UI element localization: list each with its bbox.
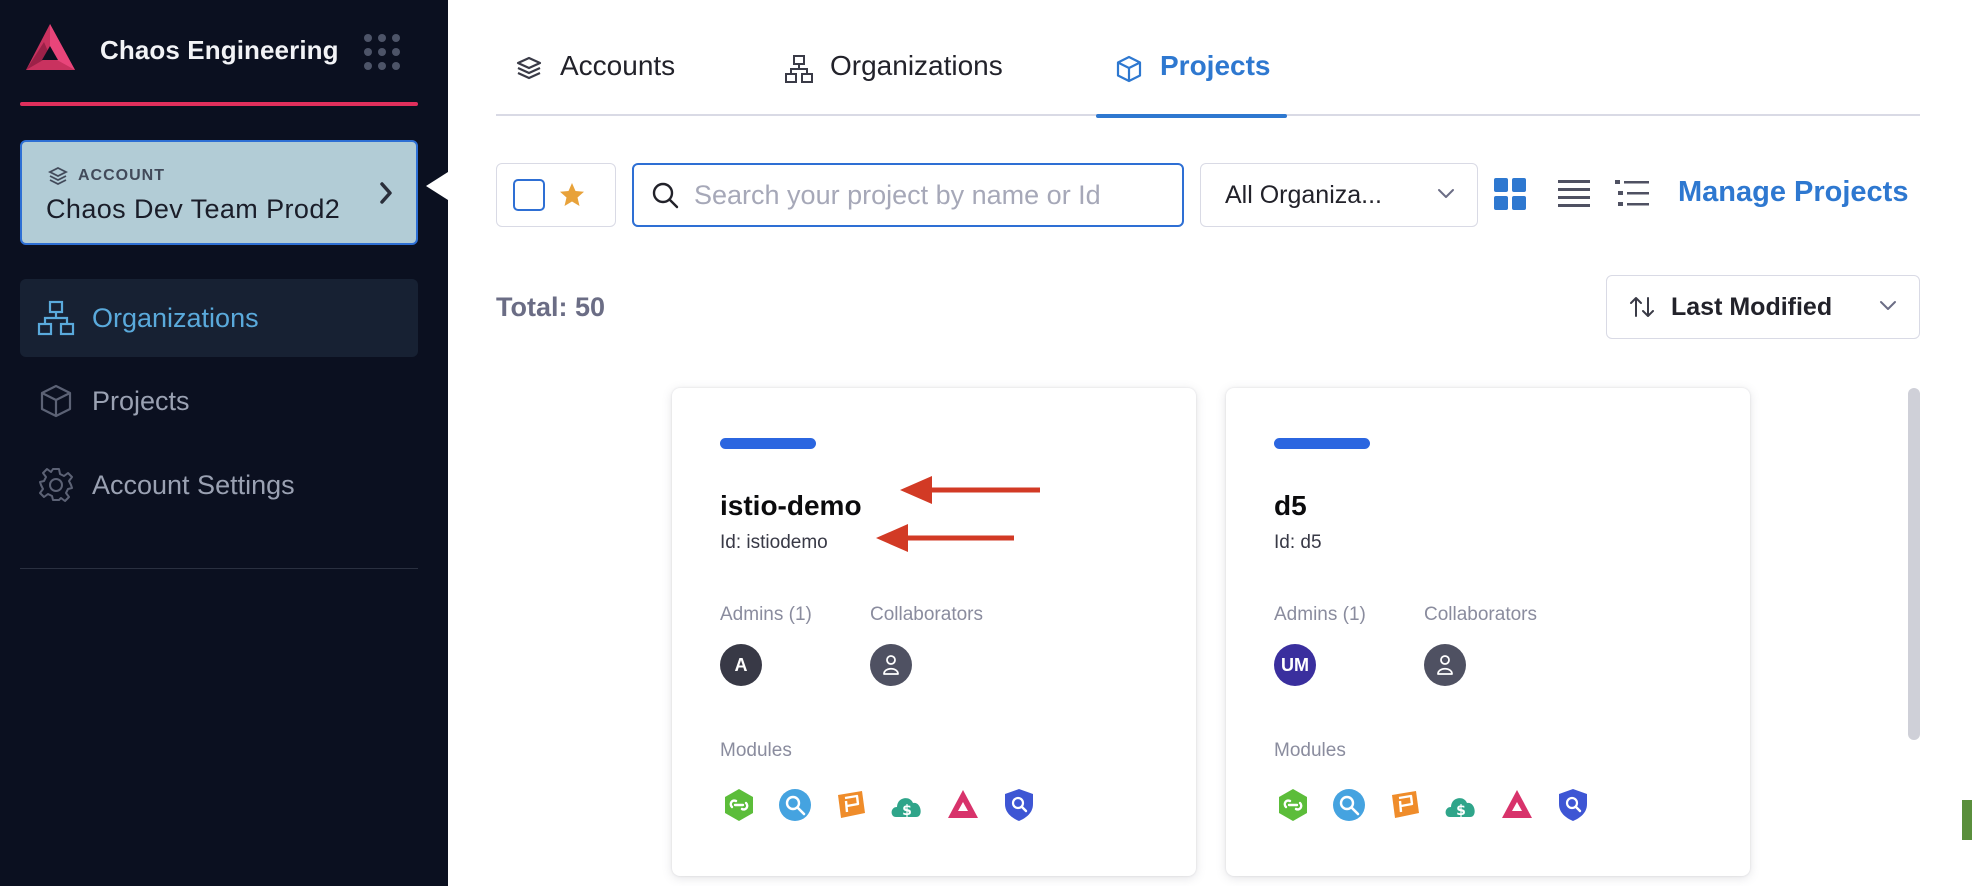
app-switcher-grid-icon[interactable] xyxy=(364,34,400,70)
chaos-module-icon[interactable] xyxy=(944,786,982,824)
ccm-module-icon[interactable]: $ xyxy=(888,786,926,824)
annotation-arrow-icon xyxy=(900,476,1040,504)
brand[interactable]: Chaos Engineering xyxy=(20,18,420,82)
tab-label: Accounts xyxy=(560,50,676,81)
project-id: Id: d5 xyxy=(1274,532,1322,553)
list-view-button[interactable] xyxy=(1612,174,1652,214)
scope-tabs: Accounts Organizations Projects xyxy=(496,36,1920,118)
project-name[interactable]: d5 xyxy=(1274,490,1307,522)
srm-module-icon[interactable] xyxy=(776,786,814,824)
ff-module-icon[interactable] xyxy=(832,786,870,824)
ccm-module-icon[interactable]: $ xyxy=(1442,786,1480,824)
chevron-down-icon xyxy=(1880,301,1896,310)
search-icon xyxy=(652,182,679,209)
ff-module-icon[interactable] xyxy=(1386,786,1424,824)
sidebar: Chaos Engineering ACCOUNT Chaos Dev Team… xyxy=(0,0,448,886)
org-hierarchy-icon xyxy=(36,298,76,338)
admin-avatar[interactable]: A xyxy=(720,644,762,686)
manage-projects-link[interactable]: Manage Projects xyxy=(1678,176,1908,209)
chevron-right-icon xyxy=(380,182,392,204)
user-icon xyxy=(1437,655,1453,675)
sort-icon xyxy=(1630,297,1654,317)
collaborator-avatar[interactable] xyxy=(1424,644,1466,686)
edge-decoration xyxy=(1962,800,1972,840)
project-name[interactable]: istio-demo xyxy=(720,490,862,522)
project-card[interactable]: istio-demo Id: istiodemo Admins (1) Coll… xyxy=(672,388,1196,876)
brand-title: Chaos Engineering xyxy=(100,34,339,65)
sto-module-icon[interactable] xyxy=(1000,786,1038,824)
org-hierarchy-icon xyxy=(785,55,813,83)
select-all-checkbox[interactable] xyxy=(513,179,545,211)
account-notch xyxy=(426,172,448,200)
admins-label: Admins (1) xyxy=(720,604,812,625)
list-view-icon xyxy=(1615,180,1649,206)
srm-module-icon[interactable] xyxy=(1330,786,1368,824)
project-color-bar xyxy=(720,438,816,449)
chaos-module-icon[interactable] xyxy=(1498,786,1536,824)
ci-module-icon[interactable] xyxy=(1274,786,1312,824)
annotation-arrow-icon xyxy=(876,524,1014,552)
brand-divider xyxy=(20,102,418,106)
content-scrollbar[interactable] xyxy=(1908,388,1920,740)
table-view-button[interactable] xyxy=(1554,174,1594,214)
tab-label: Organizations xyxy=(830,50,1003,81)
project-id: Id: istiodemo xyxy=(720,532,828,553)
ci-module-icon[interactable] xyxy=(720,786,758,824)
organization-filter-value: All Organiza... xyxy=(1225,180,1383,209)
sort-select[interactable]: Last Modified xyxy=(1606,275,1920,339)
svg-text:$: $ xyxy=(902,803,912,819)
sidebar-item-label: Projects xyxy=(92,385,190,416)
grid-view-button[interactable] xyxy=(1490,174,1530,214)
account-selector[interactable]: ACCOUNT Chaos Dev Team Prod2 xyxy=(20,140,418,245)
modules-label: Modules xyxy=(720,740,792,761)
module-icons: $ xyxy=(1274,786,1610,824)
sidebar-item-label: Organizations xyxy=(92,302,259,333)
collaborator-avatar[interactable] xyxy=(870,644,912,686)
sidebar-divider xyxy=(20,568,418,569)
account-name: Chaos Dev Team Prod2 xyxy=(46,194,341,224)
sidebar-item-organizations[interactable]: Organizations xyxy=(20,279,418,357)
chevron-down-icon xyxy=(1438,189,1454,198)
sto-module-icon[interactable] xyxy=(1554,786,1592,824)
svg-text:$: $ xyxy=(1456,803,1466,819)
active-tab-indicator xyxy=(1096,114,1287,118)
project-color-bar xyxy=(1274,438,1370,449)
grid-view-icon xyxy=(1494,178,1526,210)
sort-value: Last Modified xyxy=(1671,292,1833,321)
tab-organizations[interactable]: Organizations xyxy=(784,50,1003,116)
sidebar-item-projects[interactable]: Projects xyxy=(20,362,418,440)
table-view-icon xyxy=(1558,180,1590,207)
search-input[interactable] xyxy=(694,179,1144,211)
sidebar-item-account-settings[interactable]: Account Settings xyxy=(20,446,418,524)
admins-label: Admins (1) xyxy=(1274,604,1366,625)
sidebar-item-label: Account Settings xyxy=(92,469,295,500)
gear-icon xyxy=(36,465,76,505)
total-count: Total: 50 xyxy=(496,292,606,322)
admin-avatar[interactable]: UM xyxy=(1274,644,1316,686)
cube-icon xyxy=(36,381,76,421)
cube-icon xyxy=(1116,55,1142,83)
account-label: ACCOUNT xyxy=(78,167,165,184)
chaos-logo-icon xyxy=(26,24,75,70)
user-icon xyxy=(883,655,899,675)
organization-filter-select[interactable]: All Organiza... xyxy=(1200,163,1478,227)
tab-accounts[interactable]: Accounts xyxy=(514,50,675,116)
tab-projects[interactable]: Projects xyxy=(1096,50,1287,118)
select-favorites-toggle[interactable] xyxy=(496,163,616,227)
project-search[interactable] xyxy=(632,163,1184,227)
collaborators-label: Collaborators xyxy=(1424,604,1537,625)
layers-icon xyxy=(48,166,68,186)
tab-label: Projects xyxy=(1160,50,1271,81)
star-icon[interactable] xyxy=(557,180,587,210)
project-card[interactable]: d5 Id: d5 Admins (1) Collaborators UM Mo… xyxy=(1226,388,1750,876)
modules-label: Modules xyxy=(1274,740,1346,761)
layers-icon xyxy=(516,56,542,80)
collaborators-label: Collaborators xyxy=(870,604,983,625)
module-icons: $ xyxy=(720,786,1056,824)
